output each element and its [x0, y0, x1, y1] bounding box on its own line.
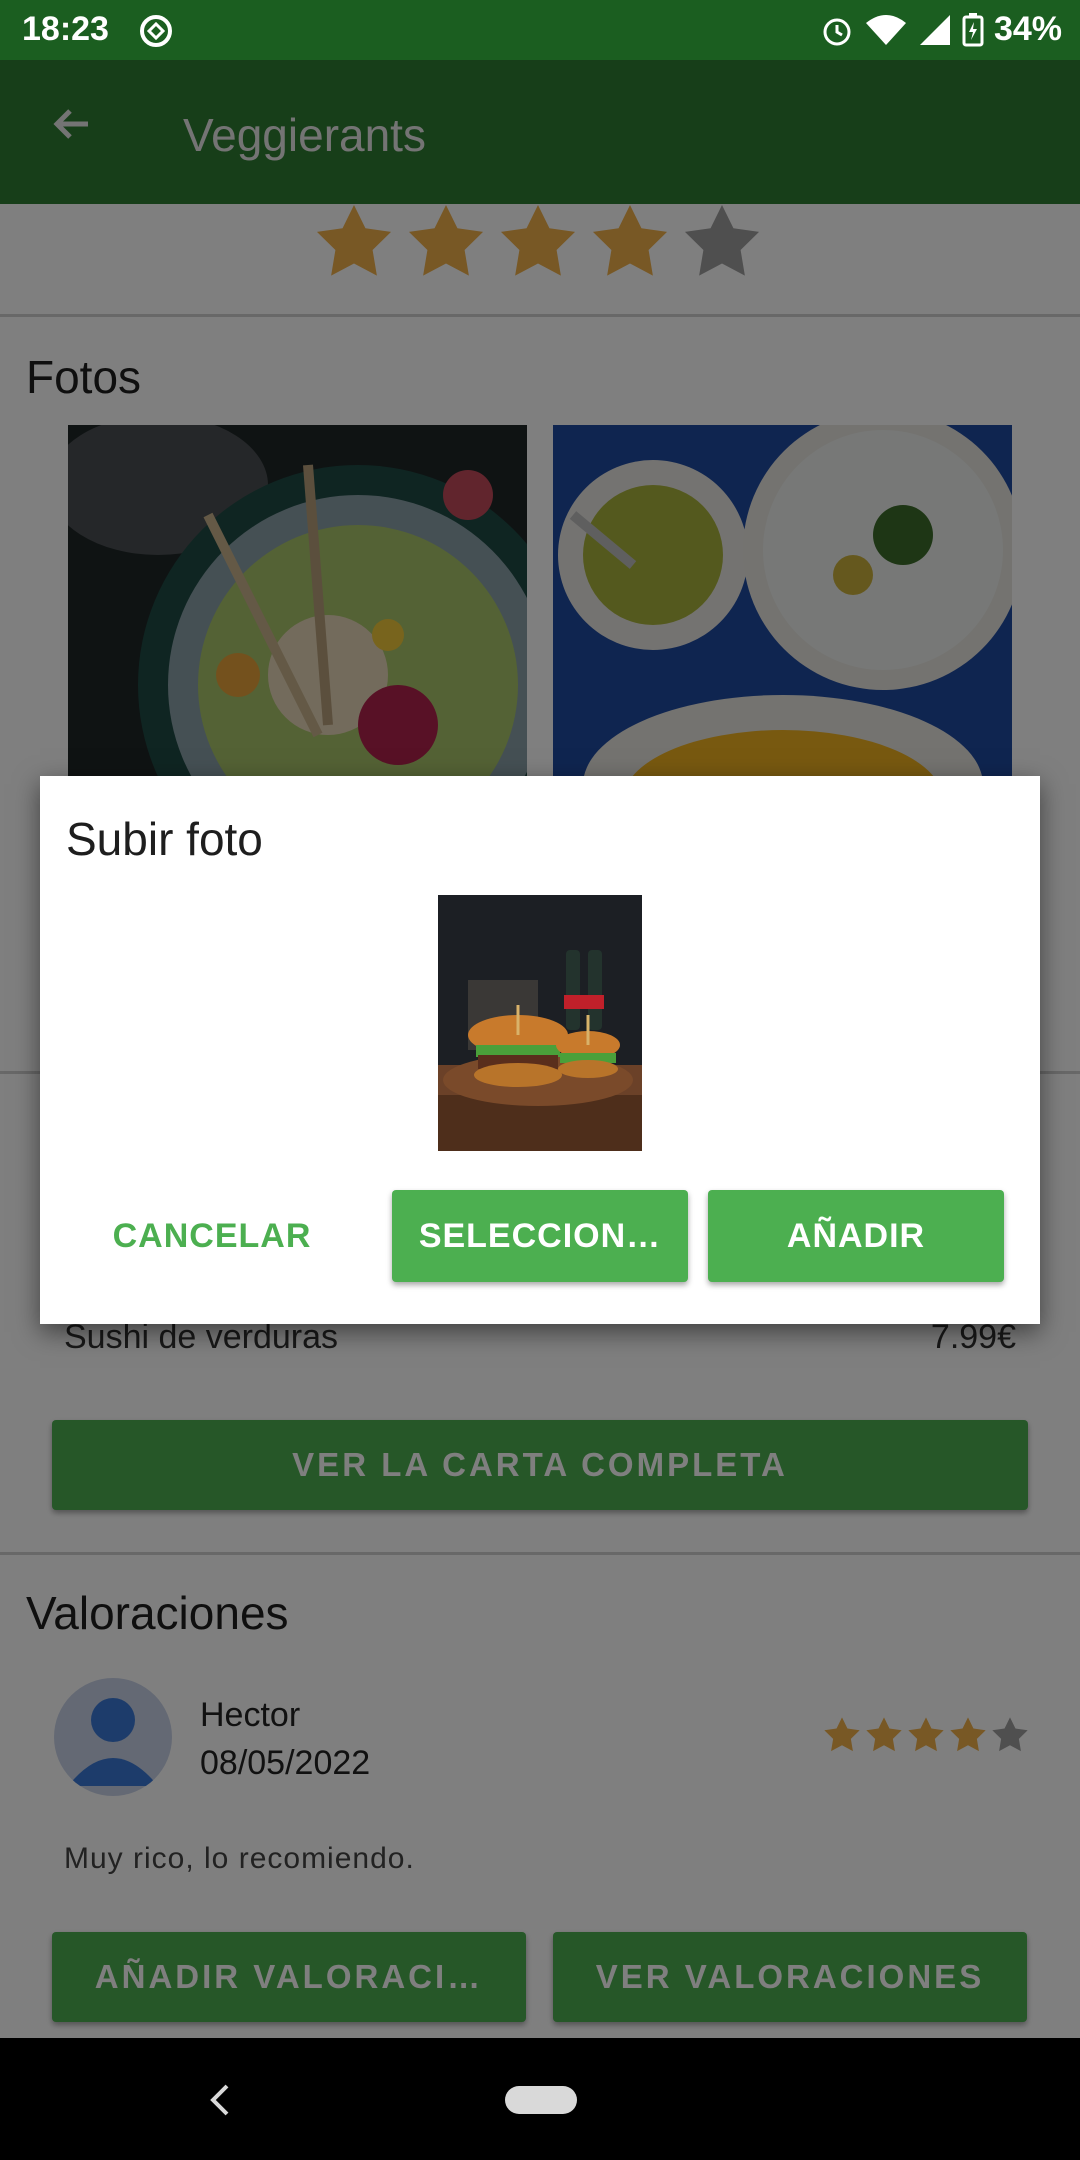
upload-photo-dialog: Subir foto CANCELAR SELECCION… AÑADIR — [40, 776, 1040, 1324]
select-photo-button[interactable]: SELECCION… — [392, 1190, 688, 1282]
cancel-button[interactable]: CANCELAR — [92, 1190, 332, 1282]
sync-icon — [140, 15, 172, 47]
status-bar: 18:23 34% — [0, 0, 1080, 60]
status-time: 18:23 — [22, 10, 109, 48]
nav-back-icon[interactable] — [205, 2080, 235, 2120]
battery-icon — [962, 12, 984, 46]
wifi-icon — [865, 14, 906, 45]
add-photo-button[interactable]: AÑADIR — [708, 1190, 1004, 1282]
battery-percent: 34% — [993, 10, 1062, 48]
status-icons: 34% — [820, 10, 1062, 49]
photo-preview — [438, 895, 642, 1151]
nav-home-pill[interactable] — [505, 2086, 577, 2114]
alarm-icon — [823, 18, 851, 45]
dialog-title: Subir foto — [66, 813, 263, 865]
signal-icon — [919, 14, 950, 45]
